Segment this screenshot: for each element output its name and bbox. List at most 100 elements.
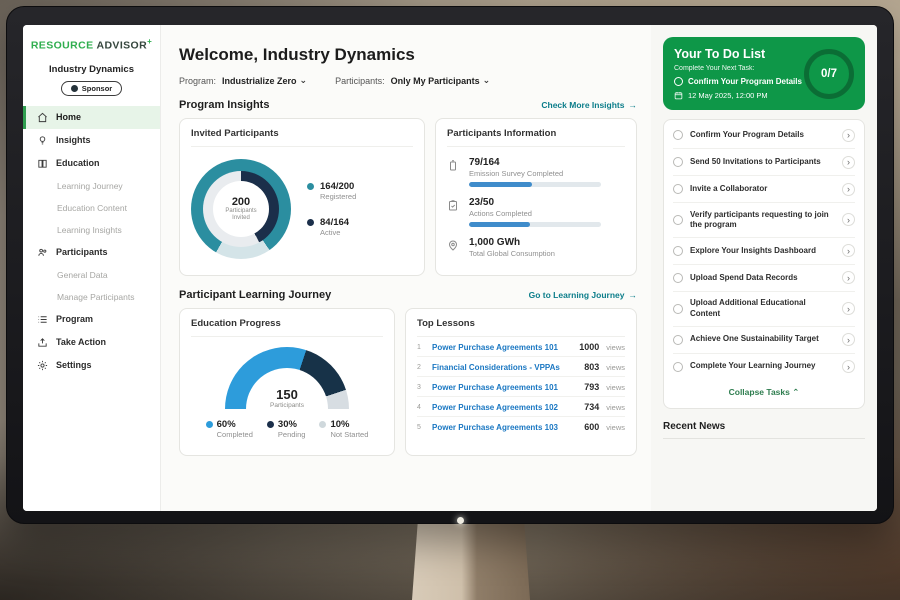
todo-progress-badge: 0/7: [804, 49, 854, 99]
todo-next-task[interactable]: Confirm Your Program Details: [674, 77, 802, 86]
sidebar-item-learning-journey[interactable]: Learning Journey: [23, 175, 160, 197]
chevron-right-icon[interactable]: ›: [842, 129, 855, 142]
list-icon: [37, 313, 49, 325]
chevron-right-icon[interactable]: ›: [842, 333, 855, 346]
participants-select[interactable]: Only My Participants ⌄: [391, 75, 491, 86]
chevron-down-icon: ⌄: [300, 75, 308, 86]
legend-label: Registered: [320, 192, 356, 201]
lesson-row[interactable]: 2 Financial Considerations - VPPAs 803 v…: [417, 357, 625, 377]
lesson-row[interactable]: 3 Power Purchase Agreements 101 793 view…: [417, 377, 625, 397]
todo-task[interactable]: Invite a Collaborator ›: [673, 176, 855, 203]
legend-value: 30%: [278, 419, 306, 430]
task-radio-icon[interactable]: [673, 246, 683, 256]
chevron-right-icon[interactable]: ›: [842, 244, 855, 257]
chevron-right-icon[interactable]: ›: [842, 183, 855, 196]
legend-item-pending: 30% Pending: [267, 419, 306, 439]
chevron-right-icon[interactable]: ›: [842, 213, 855, 226]
lesson-link[interactable]: Power Purchase Agreements 101: [432, 343, 572, 352]
sidebar-item-label: Take Action: [56, 337, 106, 347]
power-led: [457, 517, 464, 524]
task-radio-icon[interactable]: [673, 304, 683, 314]
donut-center-label: Participants Invited: [220, 208, 262, 222]
lightbulb-icon: [37, 134, 49, 146]
arrow-right-icon: →: [629, 290, 638, 300]
sidebar-item-manage-participants[interactable]: Manage Participants: [23, 286, 160, 308]
task-radio-icon[interactable]: [673, 184, 683, 194]
calendar-icon: [674, 91, 683, 100]
sidebar-item-label: Learning Journey: [57, 181, 123, 191]
emission-survey-progress-bar: [469, 182, 601, 187]
todo-task[interactable]: Confirm Your Program Details ›: [673, 122, 855, 149]
participants-select-value: Only My Participants: [391, 76, 480, 86]
sidebar-item-insights[interactable]: Insights: [23, 129, 160, 152]
collapse-tasks-label: Collapse Tasks: [729, 387, 790, 397]
sidebar-item-education[interactable]: Education: [23, 152, 160, 175]
task-radio-icon[interactable]: [673, 335, 683, 345]
todo-next-due: 12 May 2025, 12:00 PM: [674, 91, 802, 100]
check-more-insights-link[interactable]: Check More Insights →: [541, 100, 637, 110]
todo-task[interactable]: Send 50 Invitations to Participants ›: [673, 149, 855, 176]
lesson-link[interactable]: Power Purchase Agreements 102: [432, 403, 577, 412]
book-icon: [37, 157, 49, 169]
todo-task[interactable]: Verify participants requesting to join t…: [673, 203, 855, 238]
chevron-up-icon: ⌃: [792, 387, 799, 397]
go-to-learning-journey-link[interactable]: Go to Learning Journey →: [529, 290, 637, 300]
link-label: Go to Learning Journey: [529, 290, 625, 300]
sidebar-item-general-data[interactable]: General Data: [23, 264, 160, 286]
chevron-right-icon[interactable]: ›: [842, 360, 855, 373]
lesson-link[interactable]: Financial Considerations - VPPAs: [432, 363, 577, 372]
sidebar-item-take-action[interactable]: Take Action: [23, 331, 160, 354]
legend-value: 84/164: [320, 217, 349, 228]
sidebar-item-learning-insights[interactable]: Learning Insights: [23, 219, 160, 241]
invited-participants-donut-chart: 200 Participants Invited: [191, 159, 291, 259]
legend-dot-teal: [307, 183, 314, 190]
sidebar-item-program[interactable]: Program: [23, 308, 160, 331]
sidebar-item-home[interactable]: Home: [23, 106, 160, 129]
collapse-tasks-link[interactable]: Collapse Tasks ⌃: [673, 380, 855, 406]
task-radio-icon[interactable]: [673, 157, 683, 167]
task-radio-icon[interactable]: [673, 130, 683, 140]
program-select[interactable]: Industrialize Zero ⌄: [222, 75, 307, 86]
todo-task[interactable]: Upload Spend Data Records ›: [673, 265, 855, 292]
info-label: Emission Survey Completed: [469, 169, 601, 178]
legend-dot-blue: [206, 421, 213, 428]
task-label: Verify participants requesting to join t…: [690, 210, 835, 231]
chevron-right-icon[interactable]: ›: [842, 156, 855, 169]
battery-icon: [447, 157, 460, 187]
todo-task-list: Confirm Your Program Details › Send 50 I…: [663, 119, 865, 409]
lesson-row[interactable]: 4 Power Purchase Agreements 102 734 view…: [417, 397, 625, 417]
lesson-link[interactable]: Power Purchase Agreements 101: [432, 383, 577, 392]
sidebar-item-settings[interactable]: Settings: [23, 354, 160, 377]
lesson-row[interactable]: 5 Power Purchase Agreements 103 600 view…: [417, 417, 625, 436]
info-value: 23/50: [469, 197, 601, 208]
todo-task[interactable]: Explore Your Insights Dashboard ›: [673, 238, 855, 265]
todo-task[interactable]: Achieve One Sustainability Target ›: [673, 327, 855, 354]
card-title: Top Lessons: [417, 318, 625, 337]
legend-item-active: 84/164 Active: [307, 217, 356, 237]
sidebar-item-participants[interactable]: Participants: [23, 241, 160, 264]
task-radio-icon[interactable]: [673, 215, 683, 225]
todo-task[interactable]: Upload Additional Educational Content ›: [673, 292, 855, 327]
card-title: Invited Participants: [191, 128, 413, 147]
legend-value: 164/200: [320, 181, 356, 192]
task-radio-icon[interactable]: [673, 273, 683, 283]
org-name: Industry Dynamics: [23, 64, 160, 75]
task-label: Upload Spend Data Records: [690, 273, 835, 283]
logo-text-secondary: ADVISOR: [96, 40, 147, 52]
sidebar-item-label: Learning Insights: [57, 225, 122, 235]
todo-task[interactable]: Complete Your Learning Journey ›: [673, 354, 855, 380]
lesson-link[interactable]: Power Purchase Agreements 103: [432, 423, 577, 432]
logo-text-primary: RESOURCE: [31, 40, 94, 52]
lesson-row[interactable]: 1 Power Purchase Agreements 101 1000 vie…: [417, 337, 625, 357]
chevron-right-icon[interactable]: ›: [842, 302, 855, 315]
legend-value: 60%: [217, 419, 253, 430]
sidebar-item-label: Manage Participants: [57, 292, 135, 302]
info-value: 79/164: [469, 157, 601, 168]
education-progress-gauge-chart: 150 Participants: [225, 347, 349, 409]
sidebar-item-education-content[interactable]: Education Content: [23, 197, 160, 219]
task-radio-icon[interactable]: [673, 362, 683, 372]
lesson-rank: 2: [417, 364, 425, 371]
sidebar-item-label: Program: [56, 314, 93, 324]
sponsor-badge[interactable]: Sponsor: [61, 81, 122, 96]
chevron-right-icon[interactable]: ›: [842, 271, 855, 284]
